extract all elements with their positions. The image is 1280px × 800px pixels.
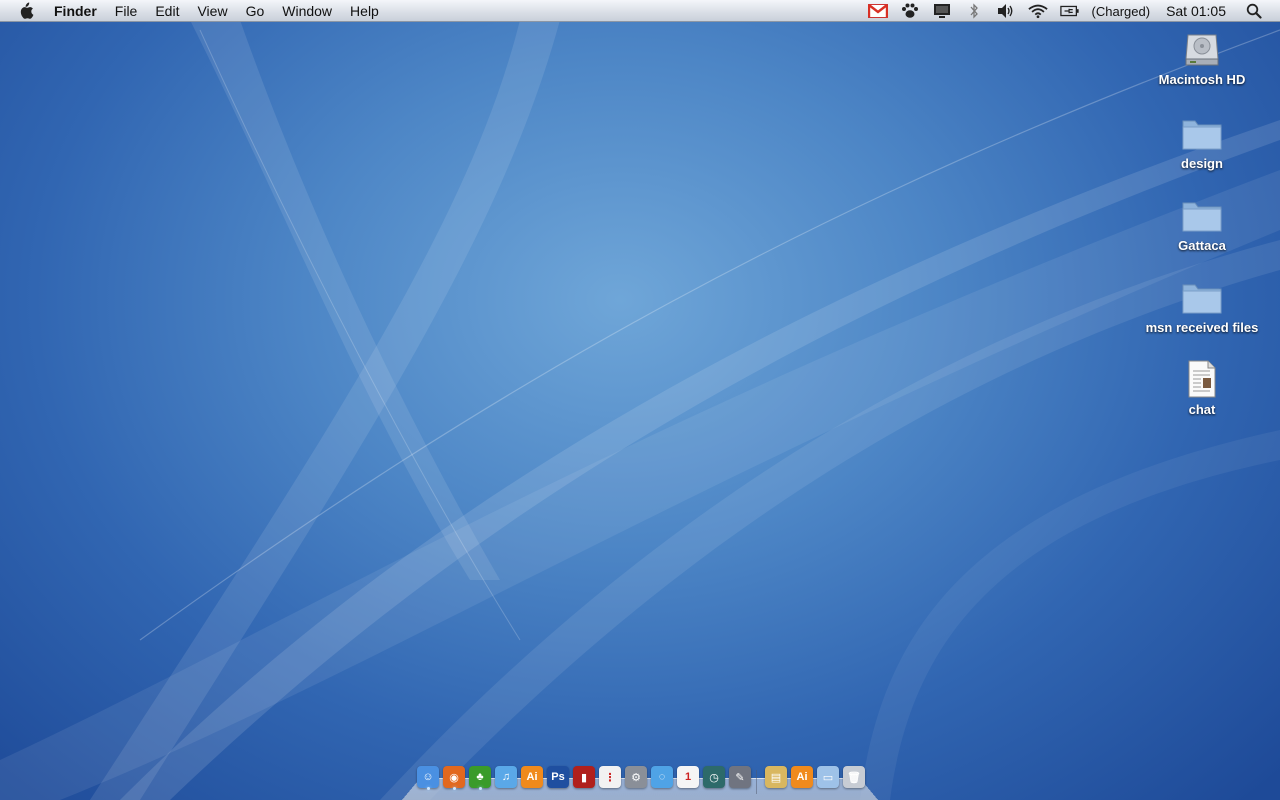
menu-finder[interactable]: Finder (46, 0, 106, 22)
dock-glyph: ♣ (469, 766, 491, 788)
time-machine-icon[interactable]: ◷ (702, 764, 726, 790)
illustrator-icon[interactable]: Ai (520, 764, 544, 790)
script-editor-icon[interactable]: ✎ (728, 764, 752, 790)
dock-glyph: Ai (791, 766, 813, 788)
dock-glyph: ♫ (495, 766, 517, 788)
document-icon (1180, 358, 1224, 400)
battery-icon[interactable] (1059, 2, 1080, 20)
trash-icon[interactable]: 🗑 (842, 764, 866, 790)
dock-glyph: ◉ (443, 766, 465, 788)
adium-icon[interactable]: ♣ (468, 764, 492, 790)
menu-help[interactable]: Help (341, 0, 388, 22)
downloads-folder-icon[interactable]: ▭ (816, 764, 840, 790)
dock-glyph: ◌ (651, 766, 673, 788)
desktop-icon-label: Macintosh HD (1158, 72, 1246, 87)
desktop-icon-label: design (1181, 156, 1223, 171)
menu-go[interactable]: Go (237, 0, 274, 22)
hard-drive-icon (1180, 28, 1224, 70)
apple-icon[interactable] (18, 2, 36, 20)
applications-stack-icon[interactable]: ▤ (764, 764, 788, 790)
gmail-icon[interactable] (867, 2, 888, 20)
firefox-icon[interactable]: ◉ (442, 764, 466, 790)
ichat-icon[interactable]: ◌ (650, 764, 674, 790)
dock-glyph: ✎ (729, 766, 751, 788)
system-preferences-icon[interactable]: ⚙ (624, 764, 648, 790)
dock-glyph: ▤ (765, 766, 787, 788)
text-edit-icon[interactable]: ⋮ (598, 764, 622, 790)
folder-icon (1180, 112, 1224, 154)
dock-separator (756, 770, 757, 794)
desktop-icon-chat[interactable]: chat (1132, 358, 1272, 417)
wifi-icon[interactable] (1027, 2, 1048, 20)
desktop-icon-label: Gattaca (1178, 238, 1226, 253)
desktop-icon-msn-received-files[interactable]: msn received files (1132, 276, 1272, 335)
folder-icon (1180, 194, 1224, 236)
menu-clock[interactable]: Sat 01:05 (1166, 3, 1226, 19)
desktop-icon-gattaca[interactable]: Gattaca (1132, 194, 1272, 253)
dock-glyph: 🗑 (843, 766, 865, 788)
dock-glyph: ▮ (573, 766, 595, 788)
dock-glyph: Ai (521, 766, 543, 788)
menu-window[interactable]: Window (273, 0, 341, 22)
folder-icon (1180, 276, 1224, 318)
dock-glyph: ▭ (817, 766, 839, 788)
dock: ☺ ◉ ♣ ♫ Ai Ps ▮ ⋮ ⚙ ◌ 1 ◷ ✎ ▤ Ai ▭ 🗑 (402, 762, 878, 800)
running-indicator (426, 787, 430, 790)
desktop-icon-label: msn received files (1145, 320, 1259, 335)
desktop: Finder File Edit View Go Window Help (Ch… (0, 0, 1280, 800)
dock-glyph: Ps (547, 766, 569, 788)
dock-glyph: ☺ (417, 766, 439, 788)
aurora-wallpaper (0, 20, 1280, 800)
finder-icon[interactable]: ☺ (416, 764, 440, 790)
dock-glyph: 1 (677, 766, 699, 788)
paw-icon[interactable] (900, 2, 920, 20)
running-indicator (452, 787, 456, 790)
running-indicator (478, 787, 482, 790)
dock-glyph: ⚙ (625, 766, 647, 788)
menu-view[interactable]: View (188, 0, 236, 22)
ical-icon[interactable]: 1 (676, 764, 700, 790)
documents-stack-icon[interactable]: Ai (790, 764, 814, 790)
bluetooth-icon[interactable] (964, 2, 984, 20)
battery-status[interactable]: (Charged) (1092, 4, 1151, 19)
desktop-icon-macintosh-hd[interactable]: Macintosh HD (1132, 28, 1272, 87)
red-app-icon[interactable]: ▮ (572, 764, 596, 790)
desktop-icon-design[interactable]: design (1132, 112, 1272, 171)
dock-glyph: ◷ (703, 766, 725, 788)
photoshop-icon[interactable]: Ps (546, 764, 570, 790)
menu-bar: Finder File Edit View Go Window Help (Ch… (0, 0, 1280, 22)
display-icon[interactable] (932, 2, 952, 20)
menu-edit[interactable]: Edit (146, 0, 188, 22)
spotlight-icon[interactable] (1244, 2, 1264, 20)
desktop-icon-label: chat (1188, 402, 1216, 417)
volume-icon[interactable] (996, 2, 1016, 20)
itunes-icon[interactable]: ♫ (494, 764, 518, 790)
menu-file[interactable]: File (106, 0, 147, 22)
dock-glyph: ⋮ (599, 766, 621, 788)
